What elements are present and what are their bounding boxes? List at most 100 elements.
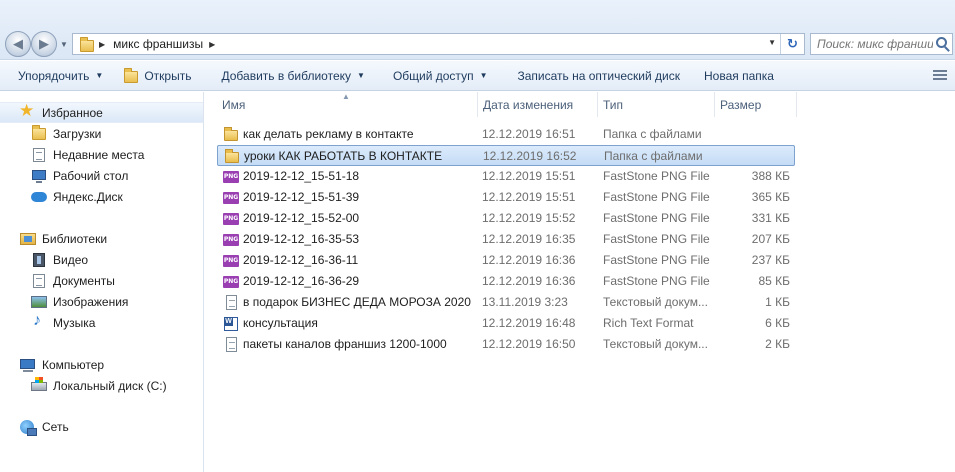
file-name: в подарок БИЗНЕС ДЕДА МОРОЗА 2020	[243, 295, 471, 309]
file-row[interactable]: в подарок БИЗНЕС ДЕДА МОРОЗА 2020 13.11.2…	[217, 292, 795, 313]
file-row[interactable]: PNG 2019-12-12_15-52-00 12.12.2019 15:52 Fa…	[217, 208, 795, 229]
file-row[interactable]: пакеты каналов франшиз 1200-1000 12.12.20…	[217, 334, 795, 355]
chevron-right-icon[interactable]: ▶	[99, 40, 105, 49]
nav-item-label: Загрузки	[53, 126, 102, 141]
document-icon	[31, 273, 47, 289]
file-name: 2019-12-12_16-35-53	[243, 232, 360, 246]
refresh-button[interactable]: ↻	[780, 34, 804, 54]
folder-icon	[223, 127, 239, 143]
nav-item-documents[interactable]: Документы	[0, 270, 203, 291]
arrow-left-icon: ◀	[13, 36, 23, 51]
burn-disc-label: Записать на оптический диск	[517, 68, 680, 83]
file-type: Папка с файлами	[603, 127, 702, 141]
share-label: Общий доступ	[392, 68, 474, 83]
recent-pages-dropdown[interactable]: ▼	[60, 40, 68, 49]
nav-item-desktop[interactable]: Рабочий стол	[0, 165, 203, 186]
file-name: уроки КАК РАБОТАТЬ В КОНТАКТЕ	[244, 149, 443, 163]
address-bar: ◀ ▶ ▼ ▶ микс франшизы ▶ ▼ ↻	[0, 0, 955, 60]
file-date: 13.11.2019 3:23	[482, 295, 568, 309]
desktop-icon	[31, 168, 47, 184]
file-type: FastStone PNG File	[603, 169, 710, 183]
file-size	[718, 146, 791, 167]
organize-label: Упорядочить	[18, 68, 90, 83]
png-file-icon: PNG	[223, 169, 239, 185]
text-file-icon	[223, 295, 239, 311]
file-name: 2019-12-12_15-52-00	[243, 211, 360, 225]
file-date: 12.12.2019 16:51	[482, 127, 576, 141]
file-row[interactable]: PNG 2019-12-12_15-51-39 12.12.2019 15:51 Fa…	[217, 187, 795, 208]
nav-item-recent-places[interactable]: Недавние места	[0, 144, 203, 165]
nav-item-label: Яндекс.Диск	[53, 189, 123, 204]
text-file-icon	[223, 337, 239, 353]
nav-item-favorites[interactable]: ★ Избранное	[0, 100, 203, 123]
column-header-label: Тип	[603, 97, 624, 112]
nav-item-video[interactable]: Видео	[0, 249, 203, 270]
search-icon[interactable]	[936, 37, 947, 48]
file-size: 6 КБ	[765, 316, 790, 330]
search-box[interactable]	[810, 33, 953, 55]
png-file-icon: PNG	[223, 232, 239, 248]
view-options-icon[interactable]	[933, 70, 947, 82]
file-row[interactable]: как делать рекламу в контакте 12.12.2019 …	[217, 124, 795, 145]
file-row[interactable]: консультация 12.12.2019 16:48 Rich Text Fo…	[217, 313, 795, 334]
column-header-size[interactable]: Размер	[715, 92, 797, 117]
nav-item-label: Сеть	[42, 419, 69, 434]
nav-item-network[interactable]: Сеть	[0, 416, 203, 437]
file-row[interactable]: PNG 2019-12-12_16-36-29 12.12.2019 16:36 Fa…	[217, 271, 795, 292]
nav-item-computer[interactable]: Компьютер	[0, 354, 203, 375]
star-icon: ★	[19, 100, 35, 120]
column-header-date[interactable]: Дата изменения	[478, 92, 598, 117]
file-type: Текстовый докум...	[603, 337, 708, 351]
burn-disc-button[interactable]: Записать на оптический диск	[497, 61, 690, 91]
file-date: 12.12.2019 15:51	[482, 169, 576, 183]
nav-item-label: Избранное	[42, 105, 103, 120]
png-file-icon: PNG	[223, 190, 239, 206]
open-label: Открыть	[144, 68, 192, 83]
file-row[interactable]: PNG 2019-12-12_16-35-53 12.12.2019 16:35 Fa…	[217, 229, 795, 250]
breadcrumb-current-folder[interactable]: микс франшизы	[113, 37, 203, 51]
png-file-icon: PNG	[223, 253, 239, 269]
png-file-icon: PNG	[223, 211, 239, 227]
address-history-dropdown[interactable]: ▼	[768, 38, 776, 47]
nav-item-downloads[interactable]: Загрузки	[0, 123, 203, 144]
column-header-type[interactable]: Тип	[598, 92, 715, 117]
file-type: FastStone PNG File	[603, 190, 710, 204]
file-list: ▲ Имя Дата изменения Тип Размер как дела…	[205, 92, 955, 472]
chevron-right-icon[interactable]: ▶	[209, 40, 215, 49]
folder-icon	[224, 149, 240, 165]
share-button[interactable]: Общий доступ ▼	[375, 61, 498, 91]
back-button[interactable]: ◀	[5, 31, 31, 57]
network-icon	[20, 419, 37, 436]
nav-item-music[interactable]: ♪ Музыка	[0, 312, 203, 333]
rtf-file-icon	[223, 316, 239, 332]
add-to-library-button[interactable]: Добавить в библиотеку ▼	[201, 61, 374, 91]
file-name: 2019-12-12_15-51-18	[243, 169, 360, 183]
file-row[interactable]: PNG 2019-12-12_16-36-11 12.12.2019 16:36 Fa…	[217, 250, 795, 271]
file-type: Rich Text Format	[603, 316, 694, 330]
nav-item-local-disk[interactable]: Локальный диск (C:)	[0, 375, 203, 396]
image-icon	[31, 294, 47, 310]
forward-button[interactable]: ▶	[31, 31, 57, 57]
nav-item-yandex-disk[interactable]: Яндекс.Диск	[0, 186, 203, 207]
chevron-down-icon: ▼	[479, 71, 488, 80]
address-path-box[interactable]: ▶ микс франшизы ▶ ▼ ↻	[72, 33, 805, 55]
open-button[interactable]: Открыть	[113, 61, 201, 91]
column-header-label: Имя	[222, 97, 246, 112]
file-name: 2019-12-12_15-51-39	[243, 190, 360, 204]
file-row[interactable]: уроки КАК РАБОТАТЬ В КОНТАКТЕ 12.12.2019 …	[217, 145, 795, 166]
cloud-icon	[31, 189, 47, 205]
file-date: 12.12.2019 16:35	[482, 232, 576, 246]
refresh-icon: ↻	[787, 36, 798, 51]
column-header-name[interactable]: Имя	[217, 92, 478, 117]
new-folder-button[interactable]: Новая папка	[690, 61, 784, 91]
file-name: как делать рекламу в контакте	[243, 127, 414, 141]
nav-item-images[interactable]: Изображения	[0, 291, 203, 312]
organize-button[interactable]: Упорядочить ▼	[0, 61, 113, 91]
file-row[interactable]: PNG 2019-12-12_15-51-18 12.12.2019 15:51 Fa…	[217, 166, 795, 187]
search-input[interactable]	[811, 34, 933, 54]
hard-drive-icon	[31, 376, 47, 394]
nav-item-libraries[interactable]: Библиотеки	[0, 228, 203, 249]
file-type: FastStone PNG File	[603, 253, 710, 267]
file-name: консультация	[243, 316, 318, 330]
file-size: 365 КБ	[751, 190, 790, 204]
